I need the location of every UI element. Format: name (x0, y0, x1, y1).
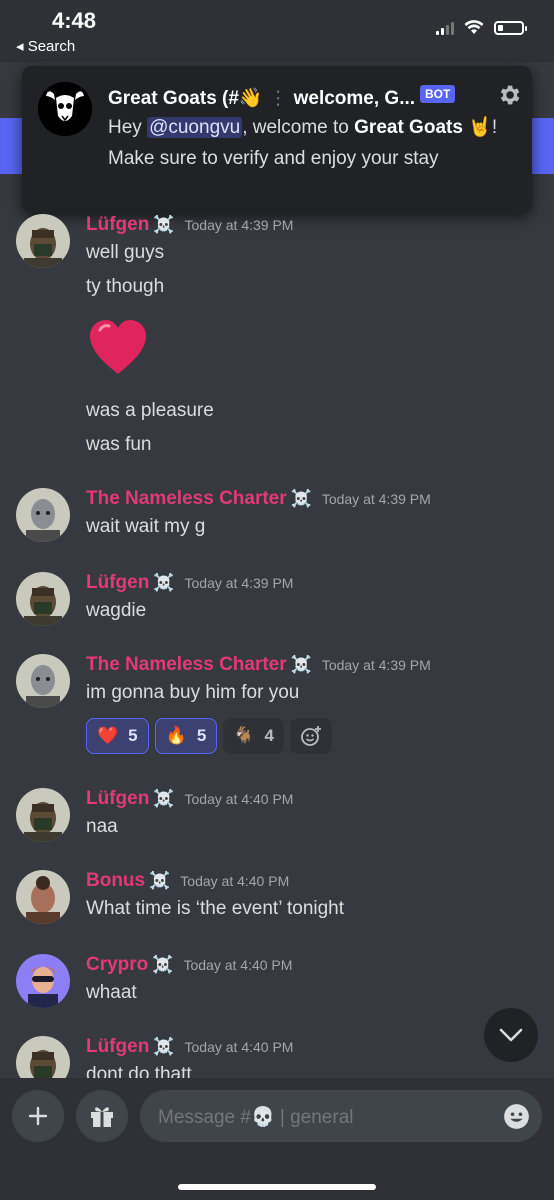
message-author[interactable]: Lüfgen ☠️ Today at 4:39 PM (86, 214, 293, 236)
message-author[interactable]: Bonus ☠️ Today at 4:40 PM (86, 870, 289, 892)
battery-icon (494, 20, 527, 35)
message-timestamp: Today at 4:39 PM (321, 657, 431, 673)
avatar[interactable] (16, 788, 70, 842)
message-text: What time is ‘the event’ tonight (86, 898, 345, 919)
gift-button[interactable] (76, 1090, 128, 1142)
attach-button[interactable] (12, 1090, 64, 1142)
avatar[interactable] (16, 214, 70, 268)
notification-server: Great Goats (#👋 (108, 88, 263, 109)
message-text: was fun (86, 434, 152, 455)
message-timestamp: Today at 4:40 PM (184, 791, 294, 807)
heart-emoji (90, 320, 146, 374)
title-separator: ⋮ (268, 88, 288, 109)
reaction-heart[interactable]: ❤️ 5 (86, 718, 149, 754)
reaction-goat[interactable]: 🐐 4 (223, 718, 284, 754)
signal-icon (436, 21, 454, 35)
reaction-fire[interactable]: 🔥 5 (154, 718, 218, 754)
message-composer: Message #💀 | general (0, 1078, 554, 1200)
message-placeholder: Message #💀 | general (158, 1107, 354, 1128)
message-timestamp: Today at 4:40 PM (183, 957, 293, 973)
message-author[interactable]: Lüfgen ☠️ Today at 4:39 PM (86, 572, 293, 594)
avatar[interactable] (16, 654, 70, 708)
back-to-search-link[interactable]: ◂ Search (16, 37, 75, 55)
message-text: dont do thatt (86, 1064, 192, 1078)
avatar[interactable] (16, 954, 70, 1008)
bot-badge: BOT (420, 85, 456, 103)
reaction-bar: ❤️ 5 🔥 5 🐐 4 (86, 718, 332, 754)
server-name-bold: Great Goats (354, 117, 463, 138)
message-timestamp: Today at 4:39 PM (184, 217, 294, 233)
message-text: whaat (86, 982, 137, 1003)
jump-to-bottom-button[interactable] (484, 1008, 538, 1062)
notification-title: Great Goats (#👋 ⋮ welcome, G... (108, 86, 415, 110)
message-input[interactable]: Message #💀 | general (140, 1090, 542, 1142)
message-text: wait wait my g (86, 516, 206, 537)
message-text: was a pleasure (86, 400, 214, 421)
message-text: ty though (86, 276, 165, 297)
message-author[interactable]: Lüfgen ☠️ Today at 4:40 PM (86, 1036, 293, 1058)
status-bar: 4:48 ◂ Search (0, 0, 554, 62)
message-timestamp: Today at 4:39 PM (184, 575, 294, 591)
home-indicator (178, 1184, 376, 1190)
avatar[interactable] (16, 1036, 70, 1078)
wifi-icon (464, 20, 484, 34)
avatar[interactable] (16, 488, 70, 542)
avatar[interactable] (16, 870, 70, 924)
message-text: im gonna buy him for you (86, 682, 300, 703)
user-mention: @cuongvu (147, 117, 243, 138)
add-reaction-icon[interactable] (289, 718, 332, 754)
emoji-icon[interactable] (503, 1103, 530, 1130)
notification-channel: welcome, G... (293, 88, 416, 109)
message-text: wagdie (86, 600, 147, 621)
message-author[interactable]: The Nameless Charter ☠️ Today at 4:39 PM (86, 654, 431, 676)
status-time: 4:48 (52, 8, 97, 33)
message-text: naa (86, 816, 118, 837)
notification-body: Hey @cuongvu, welcome to Great Goats 🤘! … (108, 117, 498, 169)
gift-icon (91, 1107, 113, 1127)
plus-icon (28, 1106, 48, 1126)
message-author[interactable]: Crypro ☠️ Today at 4:40 PM (86, 954, 292, 976)
message-timestamp: Today at 4:40 PM (180, 873, 290, 889)
message-author[interactable]: Lüfgen ☠️ Today at 4:40 PM (86, 788, 293, 810)
notification-banner[interactable]: Great Goats (#👋 ⋮ welcome, G... BOT Hey @c… (22, 66, 532, 213)
message-text: well guys (86, 242, 165, 263)
message-group: Lüfgen ☠️ Today at 4:40 PM dont do thatt (0, 1036, 554, 1078)
chevron-down-icon (499, 1028, 523, 1042)
gear-icon[interactable] (496, 82, 522, 108)
message-timestamp: Today at 4:39 PM (321, 491, 431, 507)
avatar[interactable] (16, 572, 70, 626)
server-avatar (38, 82, 92, 136)
message-timestamp: Today at 4:40 PM (184, 1039, 294, 1055)
message-author[interactable]: The Nameless Charter ☠️ Today at 4:39 PM (86, 488, 431, 510)
